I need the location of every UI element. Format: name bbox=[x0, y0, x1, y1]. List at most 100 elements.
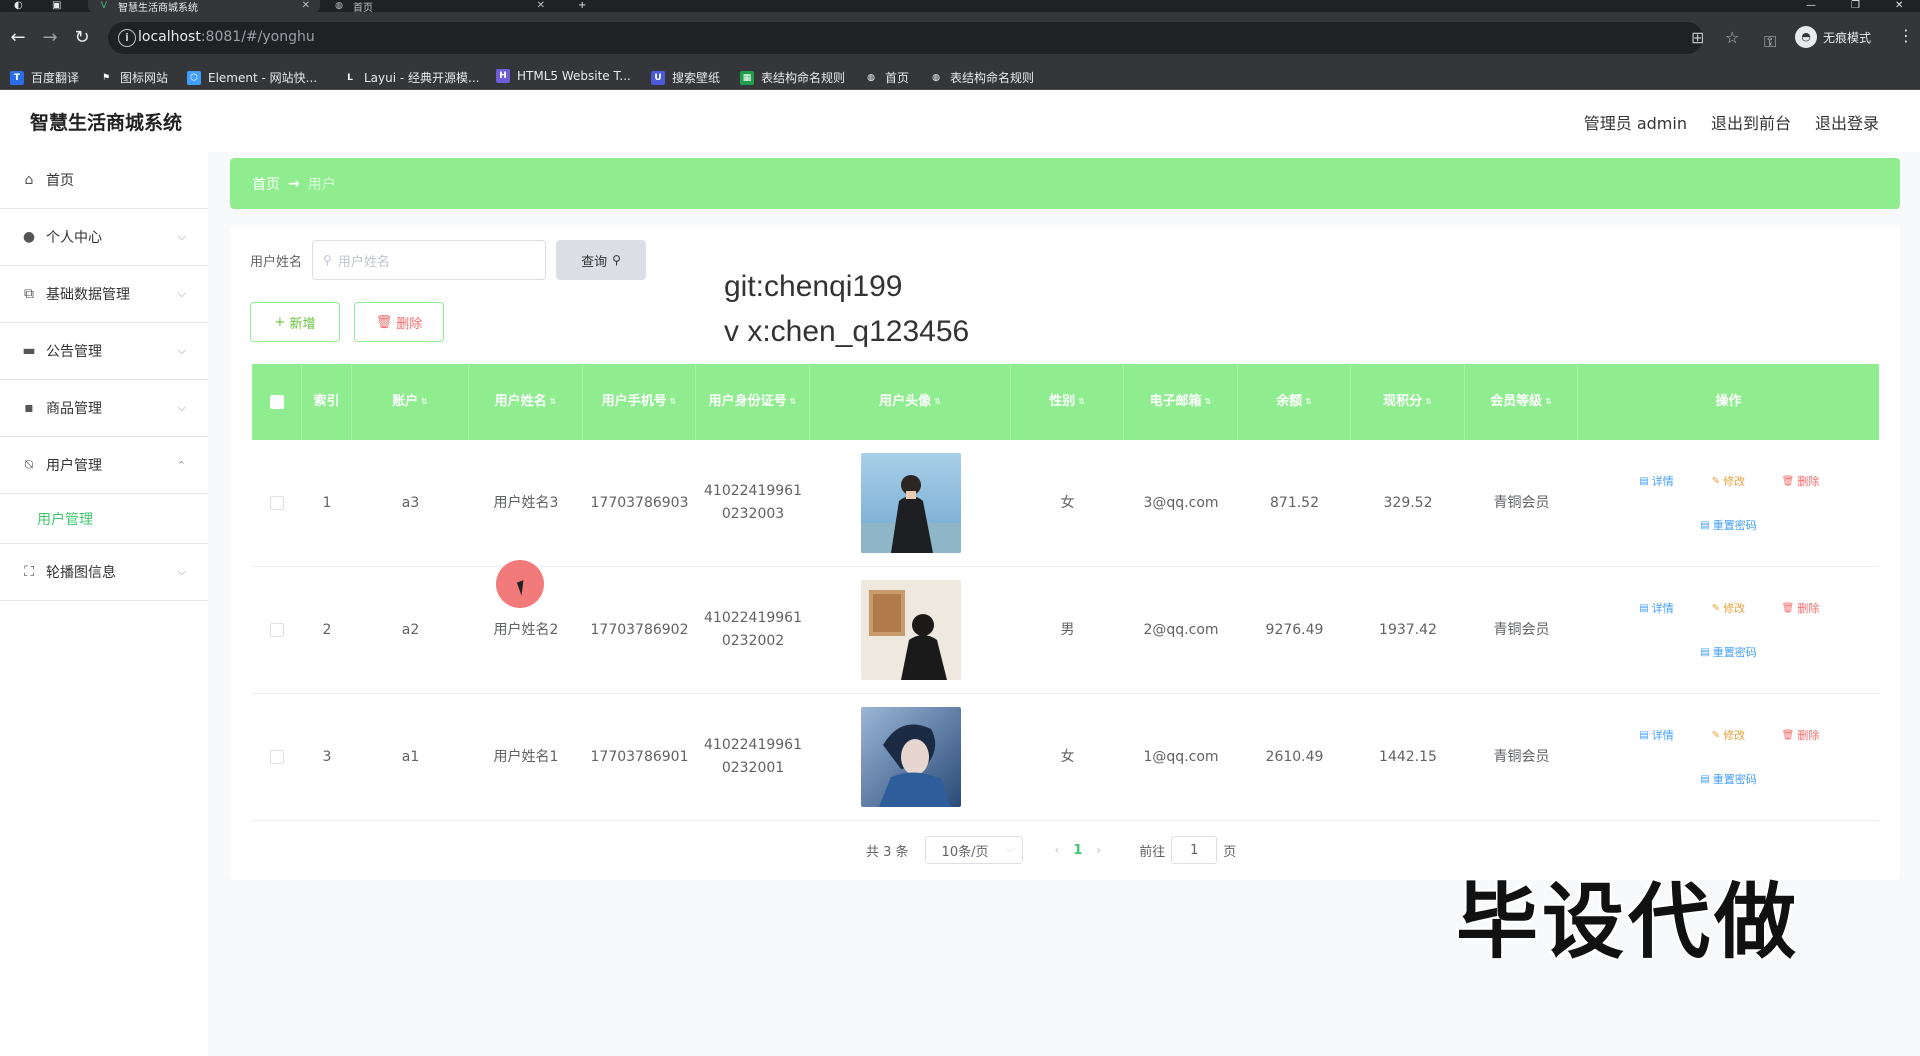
cell-email: 1@qq.com bbox=[1143, 748, 1219, 765]
avatar-image[interactable] bbox=[860, 453, 961, 553]
sidebar-item-label: 用户管理 bbox=[46, 458, 102, 474]
incognito-indicator[interactable]: ◓ 无痕模式 bbox=[1795, 26, 1871, 48]
chevron-down-icon: ⌵ bbox=[177, 565, 186, 578]
col-name[interactable]: 用户姓名 ⇅ bbox=[469, 364, 583, 440]
close-window-icon[interactable]: ✕ bbox=[1895, 0, 1903, 12]
page-number-current[interactable]: 1 bbox=[1073, 843, 1082, 858]
detail-button[interactable]: ▤ 详情 bbox=[1627, 468, 1687, 494]
back-icon[interactable]: ← bbox=[6, 26, 30, 50]
sort-icon[interactable]: ⇅ bbox=[1425, 393, 1432, 411]
edit-button[interactable]: ✎ 修改 bbox=[1699, 595, 1759, 621]
row-checkbox[interactable] bbox=[270, 623, 284, 637]
reload-icon[interactable]: ↻ bbox=[70, 26, 94, 50]
tab-close-icon[interactable]: ✕ bbox=[302, 0, 310, 12]
sidebar-item-users[interactable]: ⍉ 用户管理 ⌃ bbox=[0, 437, 208, 494]
row-select-cell[interactable] bbox=[252, 694, 302, 820]
next-page-icon[interactable]: › bbox=[1096, 843, 1101, 857]
sort-icon[interactable]: ⇅ bbox=[790, 393, 797, 411]
maximize-icon[interactable]: ❐ bbox=[1851, 0, 1860, 12]
reset-password-button[interactable]: ▤ 重置密码 bbox=[1689, 766, 1769, 792]
minimize-icon[interactable]: — bbox=[1806, 0, 1816, 12]
col-phone[interactable]: 用户手机号 ⇅ bbox=[583, 364, 696, 440]
bookmark-item[interactable]: ◍ 表结构命名规则 bbox=[929, 69, 1034, 86]
tab-search-icon[interactable]: ▣ bbox=[52, 0, 61, 12]
detail-button[interactable]: ▤ 详情 bbox=[1627, 595, 1687, 621]
translate-icon[interactable]: ⊞ bbox=[1691, 28, 1704, 47]
sort-icon[interactable]: ⇅ bbox=[1545, 393, 1552, 411]
bookmark-item[interactable]: ◍ 首页 bbox=[864, 69, 909, 86]
row-checkbox[interactable] bbox=[270, 496, 284, 510]
bookmark-star-icon[interactable]: ☆ bbox=[1725, 28, 1739, 47]
col-avatar[interactable]: 用户头像 ⇅ bbox=[810, 364, 1011, 440]
search-input[interactable]: ⚲ 用户姓名 bbox=[312, 240, 547, 280]
query-button[interactable]: 查询 ⚲ bbox=[556, 240, 647, 280]
sidebar-item-carousel[interactable]: ⛶ 轮播图信息 ⌵ bbox=[0, 544, 208, 601]
cell-gender: 女 bbox=[1060, 748, 1075, 765]
bookmark-item[interactable]: ⬡ Element - 网站快... bbox=[187, 69, 317, 86]
sort-icon[interactable]: ⇅ bbox=[1305, 393, 1312, 411]
add-button[interactable]: + 新增 bbox=[250, 302, 340, 342]
tab-active[interactable]: V 智慧生活商城系统 ✕ bbox=[88, 0, 320, 14]
sidebar-item-goods[interactable]: ▪ 商品管理 ⌵ bbox=[0, 380, 208, 437]
sort-icon[interactable]: ⇅ bbox=[421, 393, 428, 411]
cell-index: 3 bbox=[322, 748, 332, 765]
forward-icon[interactable]: → bbox=[38, 26, 62, 50]
col-email[interactable]: 电子邮箱 ⇅ bbox=[1124, 364, 1238, 440]
bookmark-item[interactable]: ⚑ 图标网站 bbox=[99, 69, 168, 86]
browser-menu-icon[interactable]: ⋮ bbox=[1898, 26, 1914, 45]
reset-password-button[interactable]: ▤ 重置密码 bbox=[1689, 639, 1769, 665]
bookmark-item[interactable]: U 搜索壁纸 bbox=[651, 69, 720, 86]
sidebar-item-profile[interactable]: ● 个人中心 ⌵ bbox=[0, 209, 208, 266]
reset-password-button[interactable]: ▤ 重置密码 bbox=[1689, 512, 1769, 538]
key-icon[interactable]: ⚿ bbox=[1764, 32, 1776, 52]
row-select-cell[interactable] bbox=[252, 567, 302, 693]
sidebar-item-home[interactable]: ⌂ 首页 bbox=[0, 152, 208, 209]
bookmark-item[interactable]: T 百度翻译 bbox=[10, 69, 79, 86]
edit-button[interactable]: ✎ 修改 bbox=[1699, 468, 1759, 494]
page-size-select[interactable]: 10条/页 ⌵ bbox=[924, 836, 1023, 864]
col-level[interactable]: 会员等级 ⇅ bbox=[1465, 364, 1578, 440]
sort-icon[interactable]: ⇅ bbox=[550, 393, 557, 411]
bookmarks-bar: T 百度翻译 ⚑ 图标网站 ⬡ Element - 网站快... L Layui - 经… bbox=[0, 64, 1920, 90]
search-icon: ⚲ bbox=[323, 253, 332, 267]
tab-close-icon[interactable]: ✕ bbox=[537, 0, 545, 12]
batch-delete-button[interactable]: 🗑 删除 bbox=[354, 302, 444, 342]
col-points[interactable]: 现积分 ⇅ bbox=[1351, 364, 1465, 440]
row-checkbox[interactable] bbox=[270, 750, 284, 764]
exit-to-front-link[interactable]: 退出到前台 bbox=[1711, 110, 1791, 134]
goto-page-input[interactable]: 1 bbox=[1171, 836, 1218, 864]
logout-link[interactable]: 退出登录 bbox=[1815, 110, 1879, 134]
col-gender[interactable]: 性别 ⇅ bbox=[1011, 364, 1124, 440]
col-actions: 操作 bbox=[1715, 394, 1742, 409]
edit-button[interactable]: ✎ 修改 bbox=[1699, 722, 1759, 748]
site-info-icon[interactable]: i bbox=[118, 29, 136, 47]
row-select-cell[interactable] bbox=[252, 440, 302, 566]
delete-button[interactable]: 🗑 删除 bbox=[1771, 595, 1831, 621]
sort-icon[interactable]: ⇅ bbox=[1205, 393, 1212, 411]
col-account[interactable]: 账户 ⇅ bbox=[352, 364, 469, 440]
bookmark-item[interactable]: ▦ 表结构命名规则 bbox=[740, 69, 845, 86]
sort-icon[interactable]: ⇅ bbox=[670, 393, 677, 411]
sidebar-item-notice[interactable]: ▬ 公告管理 ⌵ bbox=[0, 323, 208, 380]
sidebar-item-basic-data[interactable]: ⧉ 基础数据管理 ⌵ bbox=[0, 266, 208, 323]
sort-icon[interactable]: ⇅ bbox=[1078, 393, 1085, 411]
new-tab-icon[interactable]: + bbox=[578, 0, 586, 12]
avatar-image[interactable] bbox=[860, 580, 961, 680]
cell-avatar bbox=[810, 567, 1011, 693]
breadcrumb-home[interactable]: 首页 bbox=[252, 174, 280, 194]
detail-button[interactable]: ▤ 详情 bbox=[1627, 722, 1687, 748]
select-all-cell[interactable] bbox=[252, 364, 302, 440]
address-bar[interactable]: i localhost:8081/#/yonghu ⊞ ☆ bbox=[108, 22, 1739, 54]
sidebar-subitem-user-management[interactable]: 用户管理 bbox=[0, 494, 208, 544]
delete-button[interactable]: 🗑 删除 bbox=[1771, 722, 1831, 748]
sort-icon[interactable]: ⇅ bbox=[934, 393, 941, 411]
col-balance[interactable]: 余额 ⇅ bbox=[1238, 364, 1351, 440]
prev-page-icon[interactable]: ‹ bbox=[1055, 843, 1060, 857]
bookmark-item[interactable]: H HTML5 Website T... bbox=[496, 69, 631, 83]
avatar-image[interactable] bbox=[860, 707, 961, 807]
bookmark-item[interactable]: L Layui - 经典开源模... bbox=[343, 69, 479, 86]
delete-button[interactable]: 🗑 删除 bbox=[1771, 468, 1831, 494]
select-all-checkbox[interactable] bbox=[269, 395, 284, 409]
tab-inactive[interactable]: ◍ 首页 ✕ bbox=[325, 0, 555, 14]
col-idcard[interactable]: 用户身份证号 ⇅ bbox=[696, 364, 810, 440]
